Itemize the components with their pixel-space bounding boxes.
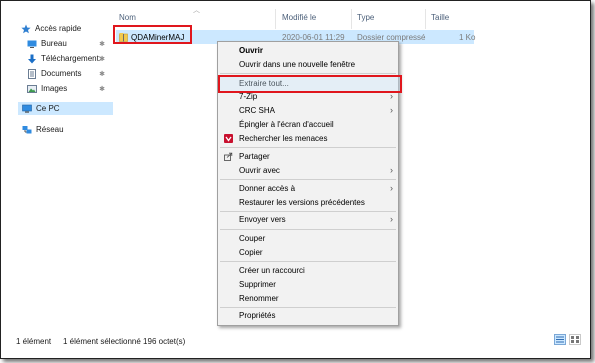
status-item-count: 1 élément (16, 337, 52, 346)
menu-item-scan-threats[interactable]: Rechercher les menaces (218, 133, 398, 145)
sidebar-item-label: Ce PC (36, 104, 60, 113)
menu-item-create-shortcut[interactable]: Créer un raccourci (218, 265, 398, 277)
menu-separator (220, 229, 396, 230)
column-divider[interactable] (351, 9, 352, 29)
pin-icon[interactable]: ✱ (99, 70, 105, 78)
sidebar-item-quick-access[interactable]: Accès rapide (21, 22, 113, 35)
submenu-arrow-icon: › (390, 214, 393, 224)
sidebar-item-label: Réseau (36, 125, 64, 134)
highlight-box-extract-all (218, 75, 402, 93)
column-divider[interactable] (275, 9, 276, 29)
sidebar-item-downloads[interactable]: Téléchargement: ✱ (27, 52, 111, 65)
menu-item-label: Restaurer les versions précédentes (239, 198, 365, 207)
menu-item-label: 7-Zip (239, 92, 258, 101)
sidebar-item-label: Accès rapide (35, 24, 82, 33)
submenu-arrow-icon: › (390, 183, 393, 193)
menu-item-label: Donner accès à (239, 184, 296, 193)
menu-item-give-access[interactable]: Donner accès à › (218, 183, 398, 195)
pin-icon[interactable]: ✱ (99, 40, 105, 48)
sidebar-item-documents[interactable]: Documents ✱ (27, 67, 111, 80)
menu-item-open-with[interactable]: Ouvrir avec › (218, 165, 398, 177)
column-header-type[interactable]: Type (357, 13, 374, 22)
column-header-size[interactable]: Taille (431, 13, 449, 22)
menu-item-copy[interactable]: Copier (218, 247, 398, 259)
menu-item-label: Épingler à l'écran d'accueil (239, 120, 334, 129)
menu-item-restore-versions[interactable]: Restaurer les versions précédentes (218, 197, 398, 209)
sort-chevron-up-icon: ︿ (193, 7, 200, 14)
large-icons-view-icon[interactable] (569, 334, 581, 345)
sidebar-item-label: Bureau (41, 39, 67, 48)
pin-icon[interactable]: ✱ (99, 85, 105, 93)
menu-separator (220, 73, 396, 74)
highlight-box-file (113, 25, 192, 44)
sidebar-item-label: Images (41, 84, 68, 93)
menu-item-crc-sha[interactable]: CRC SHA › (218, 105, 398, 117)
network-icon (22, 125, 32, 135)
menu-separator (220, 179, 396, 180)
download-icon (27, 54, 37, 64)
menu-separator (220, 261, 396, 262)
status-selection: 1 élément sélectionné 196 octet(s) (63, 337, 186, 346)
column-header-modified[interactable]: Modifié le (282, 13, 316, 22)
column-divider[interactable] (425, 9, 426, 29)
submenu-arrow-icon: › (390, 165, 393, 175)
menu-item-open[interactable]: Ouvrir (218, 45, 398, 57)
sidebar-item-this-pc[interactable]: Ce PC (18, 102, 113, 115)
images-icon (27, 84, 37, 94)
sidebar-item-label: Téléchargement: (41, 54, 102, 63)
menu-item-delete[interactable]: Supprimer (218, 279, 398, 291)
sidebar-item-network[interactable]: Réseau (22, 123, 112, 136)
sidebar-item-images[interactable]: Images ✱ (27, 82, 111, 95)
documents-icon (27, 68, 37, 79)
details-view-icon[interactable] (554, 334, 566, 345)
antivirus-icon (224, 134, 233, 143)
menu-separator (220, 147, 396, 148)
sidebar-item-label: Documents (41, 69, 82, 78)
menu-item-open-new-window[interactable]: Ouvrir dans une nouvelle fenêtre (218, 59, 398, 71)
menu-item-label: Ouvrir dans une nouvelle fenêtre (239, 60, 356, 69)
sidebar-item-desktop[interactable]: Bureau ✱ (27, 37, 111, 50)
column-header-name[interactable]: Nom (119, 13, 136, 22)
menu-item-label: Créer un raccourci (239, 266, 305, 275)
share-icon (224, 152, 233, 161)
menu-item-label: Supprimer (239, 280, 276, 289)
file-size: 1 Ko (459, 33, 476, 42)
menu-item-label: Ouvrir avec (239, 166, 280, 175)
menu-item-cut[interactable]: Couper (218, 233, 398, 245)
menu-item-label: CRC SHA (239, 106, 276, 115)
desktop-folder-icon (27, 39, 37, 49)
menu-item-label: Couper (239, 234, 266, 243)
menu-separator (220, 211, 396, 212)
menu-item-label: Renommer (239, 294, 279, 303)
star-icon (21, 24, 31, 34)
explorer-window: Accès rapide Bureau ✱ Téléchargement: ✱ … (0, 0, 591, 359)
menu-item-label: Partager (239, 152, 270, 161)
menu-item-label: Rechercher les menaces (239, 134, 328, 143)
menu-item-pin-to-start[interactable]: Épingler à l'écran d'accueil (218, 119, 398, 131)
menu-item-label: Copier (239, 248, 263, 257)
menu-item-label: Propriétés (239, 311, 276, 320)
menu-separator (220, 307, 396, 308)
menu-item-label: Envoyer vers (239, 215, 286, 224)
menu-item-label: Ouvrir (239, 46, 264, 55)
menu-item-properties[interactable]: Propriétés (218, 310, 398, 322)
computer-icon (22, 104, 32, 114)
submenu-arrow-icon: › (390, 105, 393, 115)
menu-item-share[interactable]: Partager (218, 151, 398, 163)
menu-item-rename[interactable]: Renommer (218, 293, 398, 305)
menu-item-send-to[interactable]: Envoyer vers › (218, 214, 398, 226)
pin-icon[interactable]: ✱ (99, 55, 105, 63)
navigation-pane: Accès rapide Bureau ✱ Téléchargement: ✱ … (1, 1, 113, 331)
